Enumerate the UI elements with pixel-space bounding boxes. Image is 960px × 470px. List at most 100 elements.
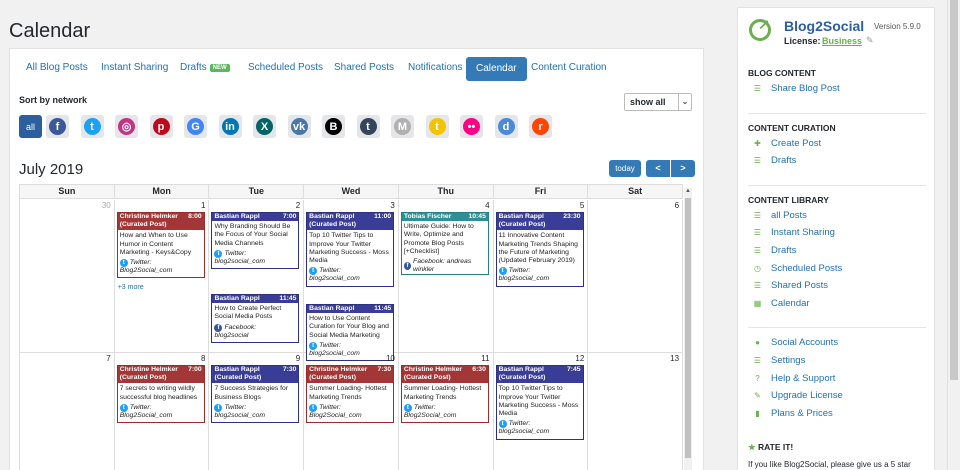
network-filter-diigo[interactable]: d: [494, 115, 518, 138]
sidebar-item-shared-posts[interactable]: ☰ Shared Posts: [752, 280, 828, 291]
tab-all-blog-posts[interactable]: All Blog Posts: [26, 62, 88, 73]
sidebar-item-drafts[interactable]: ☰ Drafts: [752, 245, 796, 256]
calendar-event[interactable]: Bastian Rappl 11:00 (Curated Post) Top 10 T…: [306, 212, 395, 287]
calendar-event[interactable]: Christine Helmker 6:30 (Curated Post) Summe…: [400, 365, 489, 424]
sidebar-item-drafts[interactable]: ☰ Drafts: [752, 155, 796, 166]
sidebar-item-label: Share Blog Post: [771, 83, 840, 94]
network-filter-reddit[interactable]: r: [529, 115, 552, 138]
sidebar-item-scheduled-posts[interactable]: ◷ Scheduled Posts: [752, 263, 842, 274]
tab-shared-posts[interactable]: Shared Posts: [334, 62, 394, 73]
calendar-day[interactable]: 5 Bastian Rappl 23:30 (Curated Post) 11 Inno…: [494, 200, 589, 352]
network-filter-vk[interactable]: vk: [287, 115, 311, 138]
page-scrollbar[interactable]: [947, 0, 960, 470]
network-filter-linkedin[interactable]: in: [218, 115, 242, 138]
calendar-day[interactable]: 3 Bastian Rappl 11:00 (Curated Post) Top 10 …: [304, 200, 399, 362]
sidebar-item-label: Scheduled Posts: [771, 262, 843, 274]
sidebar-item-help-support[interactable]: ? Help & Support: [752, 373, 835, 384]
sidebar-item-settings[interactable]: ☰ Settings: [752, 355, 805, 366]
calendar-event[interactable]: Bastian Rappl 23:30 (Curated Post) 11 Innov…: [495, 212, 584, 287]
calendar-day[interactable]: 1 Christine Helmker 8:00 (Curated Post) How …: [115, 200, 210, 352]
license-value-link[interactable]: Business: [822, 36, 862, 46]
scroll-up-icon[interactable]: ▲: [684, 188, 692, 194]
event-header: Bastian Rappl 7:00: [212, 213, 299, 222]
edit-license-icon[interactable]: ✎: [866, 35, 874, 46]
calendar-event[interactable]: Bastian Rappl 7:30 (Curated Post) 7 Success…: [211, 365, 300, 424]
calendar-day[interactable]: 8 Christine Helmker 7:00 (Curated Post) 7 se…: [115, 353, 210, 470]
network-filter-instagram[interactable]: ◎: [115, 115, 138, 138]
network-filter-all[interactable]: all: [19, 115, 42, 138]
tab-scheduled-posts[interactable]: Scheduled Posts: [248, 62, 323, 73]
calendar-day[interactable]: 30: [20, 200, 115, 352]
tab-drafts[interactable]: Drafts NEW: [180, 62, 230, 73]
calendar-day[interactable]: 4 Tobias Fischer 10:45 Ultimate Guide: How …: [399, 200, 494, 352]
event-handle: blog2social_com: [309, 275, 360, 283]
network-filter-flickr[interactable]: ••: [460, 115, 483, 138]
calendar-event[interactable]: Christine Helmker 8:00 (Curated Post) How a…: [116, 212, 205, 279]
network-filter-pinterest[interactable]: p: [149, 115, 173, 138]
calendar-day[interactable]: 13: [588, 353, 684, 470]
network-filter-facebook[interactable]: f: [46, 115, 69, 138]
weekday-mon: Mon: [115, 185, 210, 198]
prev-month-button[interactable]: <: [646, 160, 670, 177]
event-handle: blog2social_com: [498, 275, 550, 283]
more-events-link[interactable]: +3 more: [118, 284, 144, 291]
calendar-scroll-thumb[interactable]: [685, 198, 691, 458]
calendar-day[interactable]: 6: [588, 200, 684, 352]
tab-content-curation[interactable]: Content Curation: [531, 62, 607, 73]
network-filter-google[interactable]: G: [184, 115, 207, 138]
event-title: Ultimate Guide: How to Write, Optimize a…: [403, 223, 474, 255]
network-filter-medium[interactable]: M: [391, 115, 414, 138]
curated-label: (Curated Post): [117, 374, 204, 384]
calendar-event[interactable]: Christine Helmker 7:00 (Curated Post) 7 sec…: [116, 365, 205, 424]
calendar-event[interactable]: Christine Helmker 7:30 (Curated Post) Summe…: [306, 365, 395, 424]
event-time: 8:00: [188, 213, 202, 220]
calendar-day[interactable]: 11 Christine Helmker 6:30 (Curated Post) Sum…: [399, 353, 494, 470]
calendar-event[interactable]: Tobias Fischer 10:45 Ultimate Guide: How t…: [400, 212, 489, 276]
event-network-label: Twitter:: [319, 267, 341, 275]
user-icon: ●: [755, 338, 760, 348]
network-filter-torial[interactable]: t: [425, 115, 449, 138]
day-number: 9: [295, 354, 301, 363]
sidebar-item-all-posts[interactable]: ☰ all Posts: [752, 210, 807, 221]
sidebar-item-instant-sharing[interactable]: ☰ Instant Sharing: [752, 227, 835, 238]
sidebar-item-social-accounts[interactable]: ● Social Accounts: [752, 337, 838, 348]
day-number: 4: [485, 201, 490, 210]
list-icon: ☰: [753, 84, 762, 93]
flickr-icon: ••: [463, 118, 480, 135]
license-label: License:: [784, 36, 821, 46]
event-title: How to Create Perfect Social Media Posts: [214, 305, 282, 321]
calendar-scrollbar[interactable]: ▲: [684, 188, 692, 470]
calendar-event[interactable]: Bastian Rappl 7:45 (Curated Post) Top 10 Tw…: [495, 365, 584, 440]
calendar-day[interactable]: 12 Bastian Rappl 7:45 (Curated Post) Top 10 …: [494, 353, 589, 470]
tab-notifications[interactable]: Notifications: [408, 62, 462, 73]
day-number: 10: [385, 354, 395, 363]
network-filter-xing[interactable]: X: [253, 115, 276, 138]
page-scroll-thumb[interactable]: [950, 0, 958, 380]
sidebar-item-upgrade-license[interactable]: ✎ Upgrade License: [752, 390, 843, 401]
today-button[interactable]: today: [609, 160, 641, 177]
tab-label: All Blog Posts: [26, 62, 88, 73]
plus-icon: ✚: [754, 138, 761, 148]
tab-instant-sharing[interactable]: Instant Sharing: [101, 62, 168, 73]
calendar-day[interactable]: 9 Bastian Rappl 7:30 (Curated Post) 7 Succes…: [209, 353, 305, 470]
calendar-day[interactable]: 10 Christine Helmker 7:30 (Curated Post) Sum…: [304, 353, 399, 470]
network-filter-tumblr[interactable]: t: [356, 115, 380, 138]
calendar-event[interactable]: Bastian Rappl 7:00 Why Branding Should Be …: [211, 212, 300, 270]
sidebar-item-create-post[interactable]: ✚ Create Post: [752, 138, 821, 149]
sidebar-item-plans-prices[interactable]: ▮ Plans & Prices: [752, 408, 832, 419]
sidebar-item-share-blog-post[interactable]: ☰ Share Blog Post: [752, 83, 840, 94]
calendar-day[interactable]: 2 Bastian Rappl 7:00 Why Branding Should Be…: [209, 200, 305, 352]
network-filter-value: show all: [630, 97, 666, 107]
network-filter-select[interactable]: show all ⌄: [624, 93, 692, 111]
calendar-event[interactable]: Bastian Rappl 11:45 How to Create Perfect …: [211, 294, 300, 344]
sidebar-item-calendar[interactable]: ▦ Calendar: [752, 298, 810, 309]
event-author: Christine Helmker: [309, 366, 368, 373]
event-network-label: Twitter:: [224, 403, 247, 411]
calendar-day[interactable]: 7: [20, 353, 115, 470]
day-number: 13: [670, 354, 680, 363]
page-title: Calendar: [9, 20, 91, 42]
tab-calendar[interactable]: Calendar: [466, 57, 527, 81]
network-filter-twitter[interactable]: t: [80, 115, 104, 138]
next-month-button[interactable]: >: [671, 160, 695, 177]
network-filter-bloglovin[interactable]: B: [322, 115, 345, 138]
